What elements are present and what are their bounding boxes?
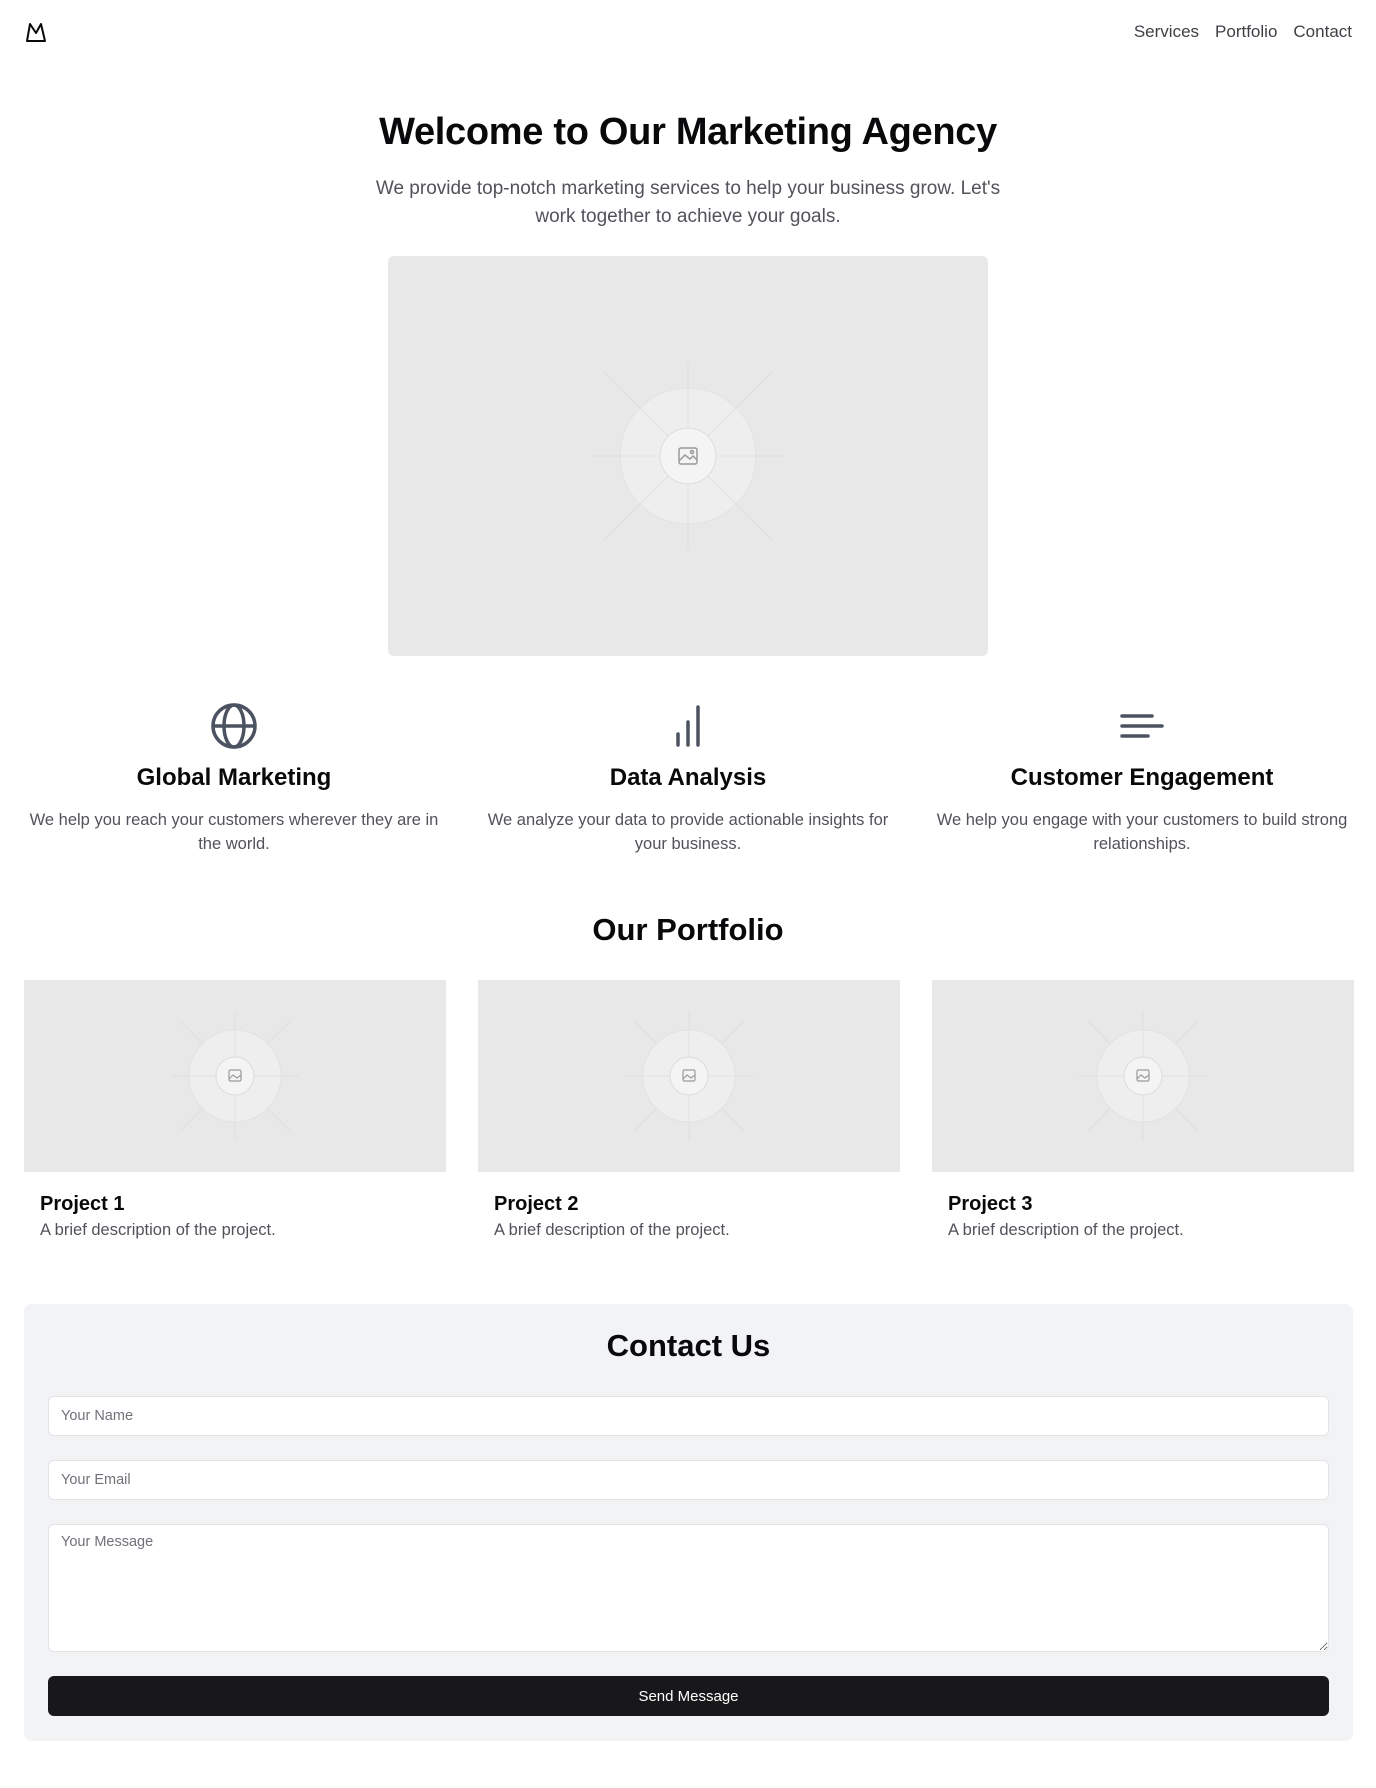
- project-title: Project 2: [494, 1193, 579, 1215]
- feature-title: Data Analysis: [609, 764, 767, 791]
- nav-link-portfolio[interactable]: Portfolio: [1215, 21, 1277, 43]
- bar-chart-icon: [676, 705, 700, 747]
- mountain-icon[interactable]: [24, 20, 48, 44]
- project-title: Project 3: [948, 1193, 1033, 1215]
- project-title: Project 1: [40, 1193, 125, 1215]
- project-card-3[interactable]: Project 3 A brief description of the pro…: [932, 980, 1354, 1252]
- email-field[interactable]: [48, 1460, 1329, 1500]
- project-description: A brief description of the project.: [40, 1221, 276, 1239]
- align-left-icon: [1120, 714, 1164, 738]
- feature-data-analysis: Data Analysis We analyze your data to pr…: [476, 702, 900, 856]
- nav-link-contact[interactable]: Contact: [1293, 21, 1352, 43]
- contact-section: Contact Us Send Message: [24, 1304, 1353, 1741]
- globe-icon: [211, 703, 257, 749]
- message-field[interactable]: [48, 1524, 1329, 1652]
- project-image: [24, 980, 446, 1172]
- send-message-button[interactable]: Send Message: [48, 1676, 1329, 1716]
- feature-global-marketing: Global Marketing We help you reach your …: [22, 702, 446, 856]
- feature-text: We help you reach your customers whereve…: [29, 811, 439, 853]
- contact-title: Contact Us: [606, 1328, 771, 1363]
- feature-title: Global Marketing: [136, 764, 332, 791]
- site-header: Services Portfolio Contact: [0, 0, 1376, 64]
- nav-link-services[interactable]: Services: [1134, 21, 1199, 43]
- project-image: [478, 980, 900, 1172]
- project-description: A brief description of the project.: [948, 1221, 1184, 1239]
- feature-customer-engagement: Customer Engagement We help you engage w…: [930, 702, 1354, 856]
- image-placeholder-icon: [625, 1012, 753, 1140]
- main-nav: Services Portfolio Contact: [1134, 21, 1352, 43]
- project-image: [932, 980, 1354, 1172]
- hero-title: Welcome to Our Marketing Agency: [379, 111, 997, 153]
- feature-text: We help you engage with your customers t…: [936, 811, 1348, 853]
- feature-text: We analyze your data to provide actionab…: [487, 811, 889, 853]
- feature-title: Customer Engagement: [1010, 764, 1274, 791]
- name-field[interactable]: [48, 1396, 1329, 1436]
- image-placeholder-icon: [593, 361, 783, 551]
- project-card-2[interactable]: Project 2 A brief description of the pro…: [478, 980, 900, 1252]
- project-card-1[interactable]: Project 1 A brief description of the pro…: [24, 980, 446, 1252]
- image-placeholder-icon: [171, 1012, 299, 1140]
- hero-subtitle: We provide top-notch marketing services …: [375, 178, 1001, 227]
- image-placeholder-icon: [1079, 1012, 1207, 1140]
- portfolio-title: Our Portfolio: [592, 912, 784, 947]
- project-description: A brief description of the project.: [494, 1221, 730, 1239]
- hero-image: [388, 256, 988, 656]
